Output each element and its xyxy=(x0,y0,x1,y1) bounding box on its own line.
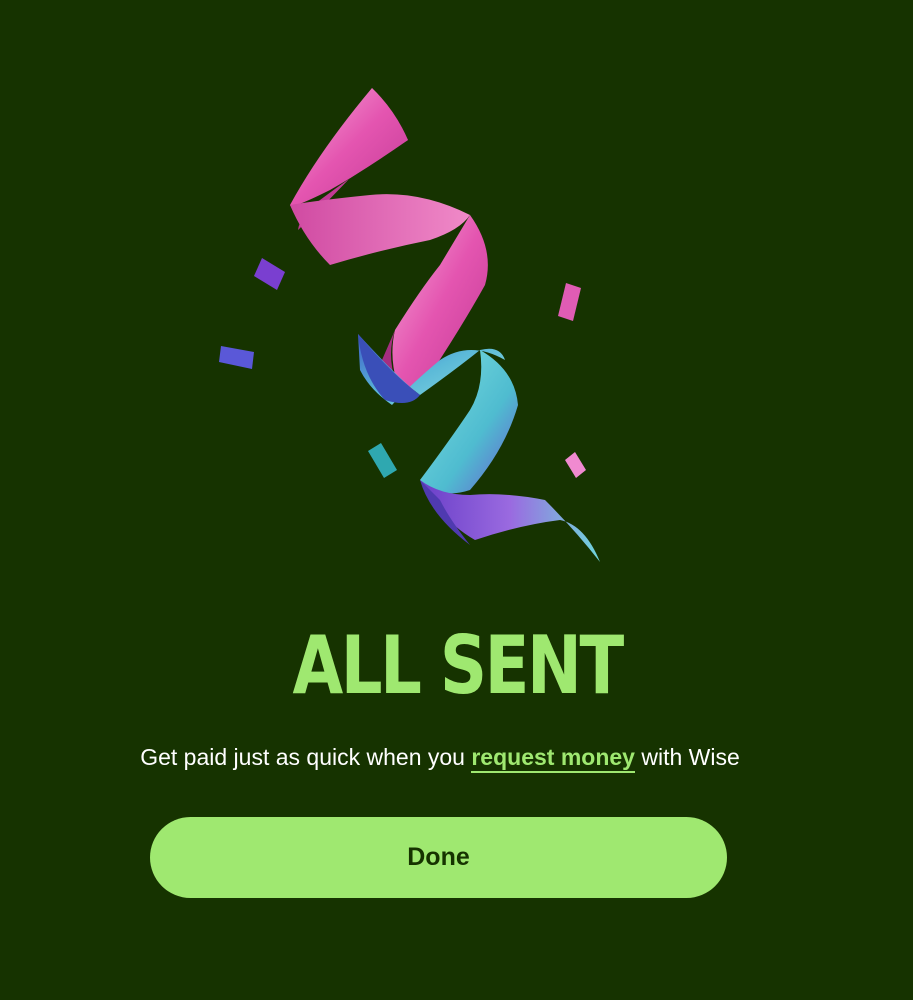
request-money-link[interactable]: request money xyxy=(471,744,635,773)
subtitle-before: Get paid just as quick when you xyxy=(140,744,472,770)
subtitle-text: Get paid just as quick when you request … xyxy=(0,741,880,773)
subtitle-after: with Wise xyxy=(634,744,740,770)
celebration-ribbon-icon xyxy=(219,88,600,562)
done-button[interactable]: Done xyxy=(150,817,727,898)
page-title: ALL SENT xyxy=(292,619,625,712)
